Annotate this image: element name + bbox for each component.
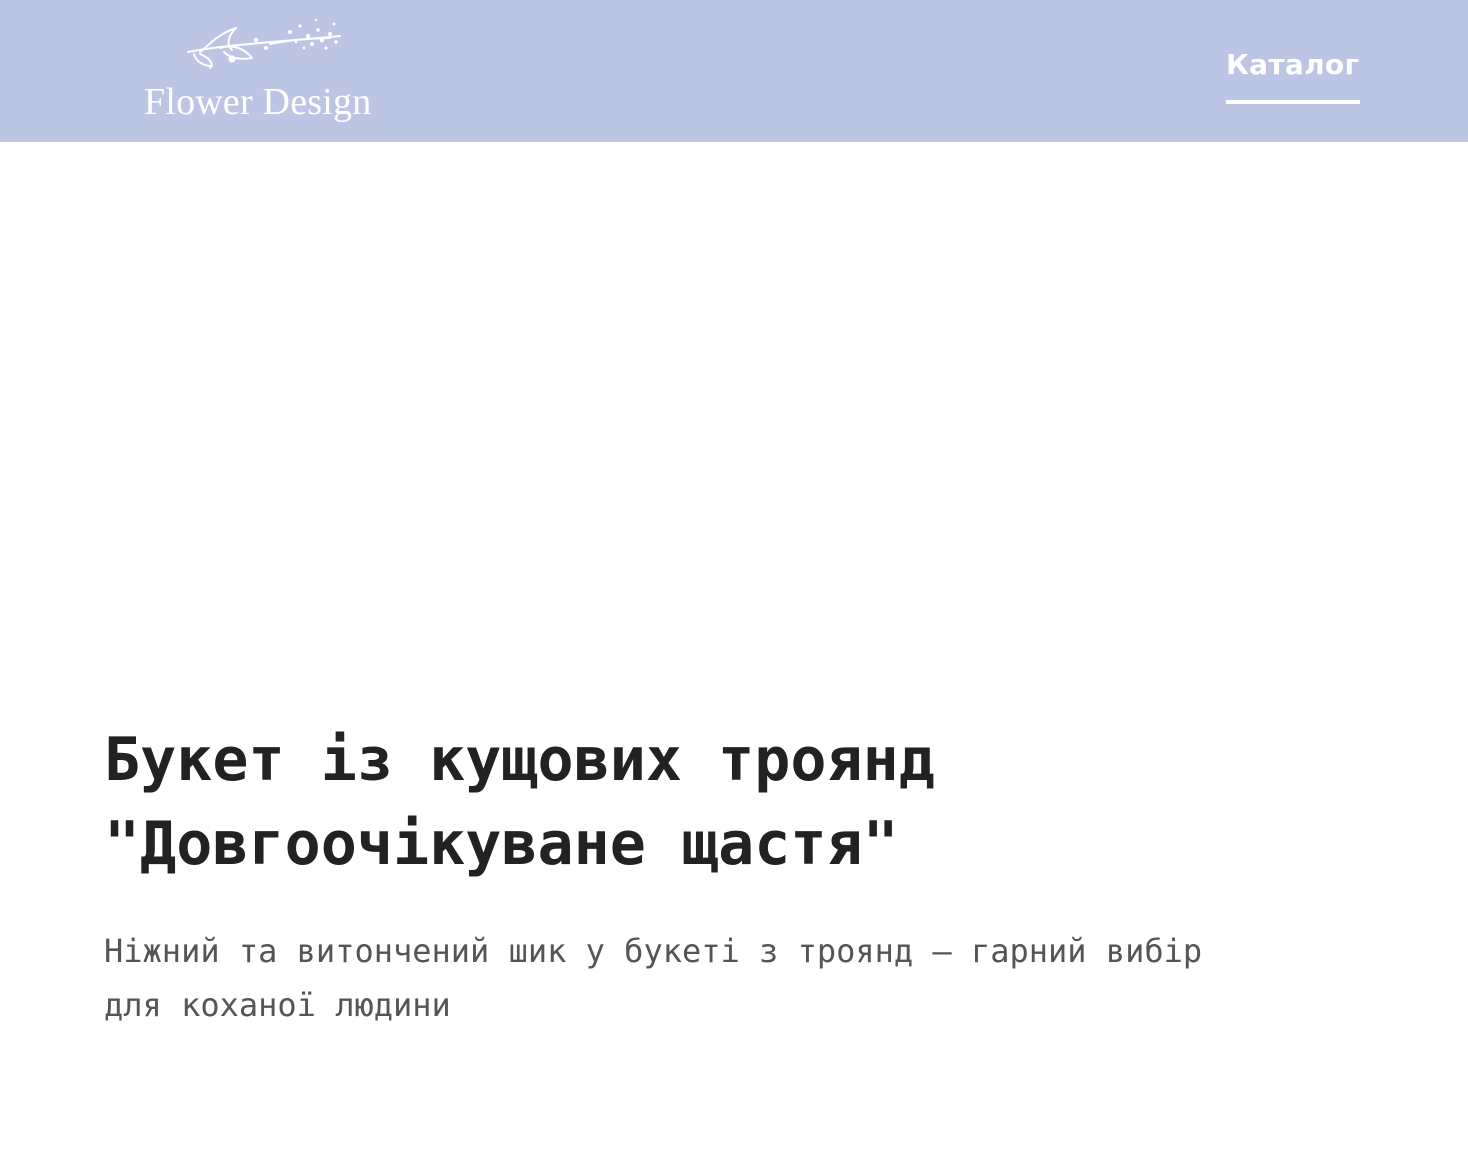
logo[interactable]: Flower Design — [140, 14, 390, 123]
page-title: Букет із кущових троянд "Довгоочікуване … — [104, 725, 935, 879]
nav-catalog-link[interactable]: Каталог — [1226, 48, 1360, 81]
logo-text: Flower Design — [144, 81, 372, 123]
flower-branch-icon — [187, 18, 341, 69]
site-header: Flower Design Каталог — [0, 0, 1468, 142]
nav-active-underline — [1226, 100, 1360, 104]
page-subtitle: Ніжний та витончений шик у букеті з троя… — [104, 932, 1203, 1024]
